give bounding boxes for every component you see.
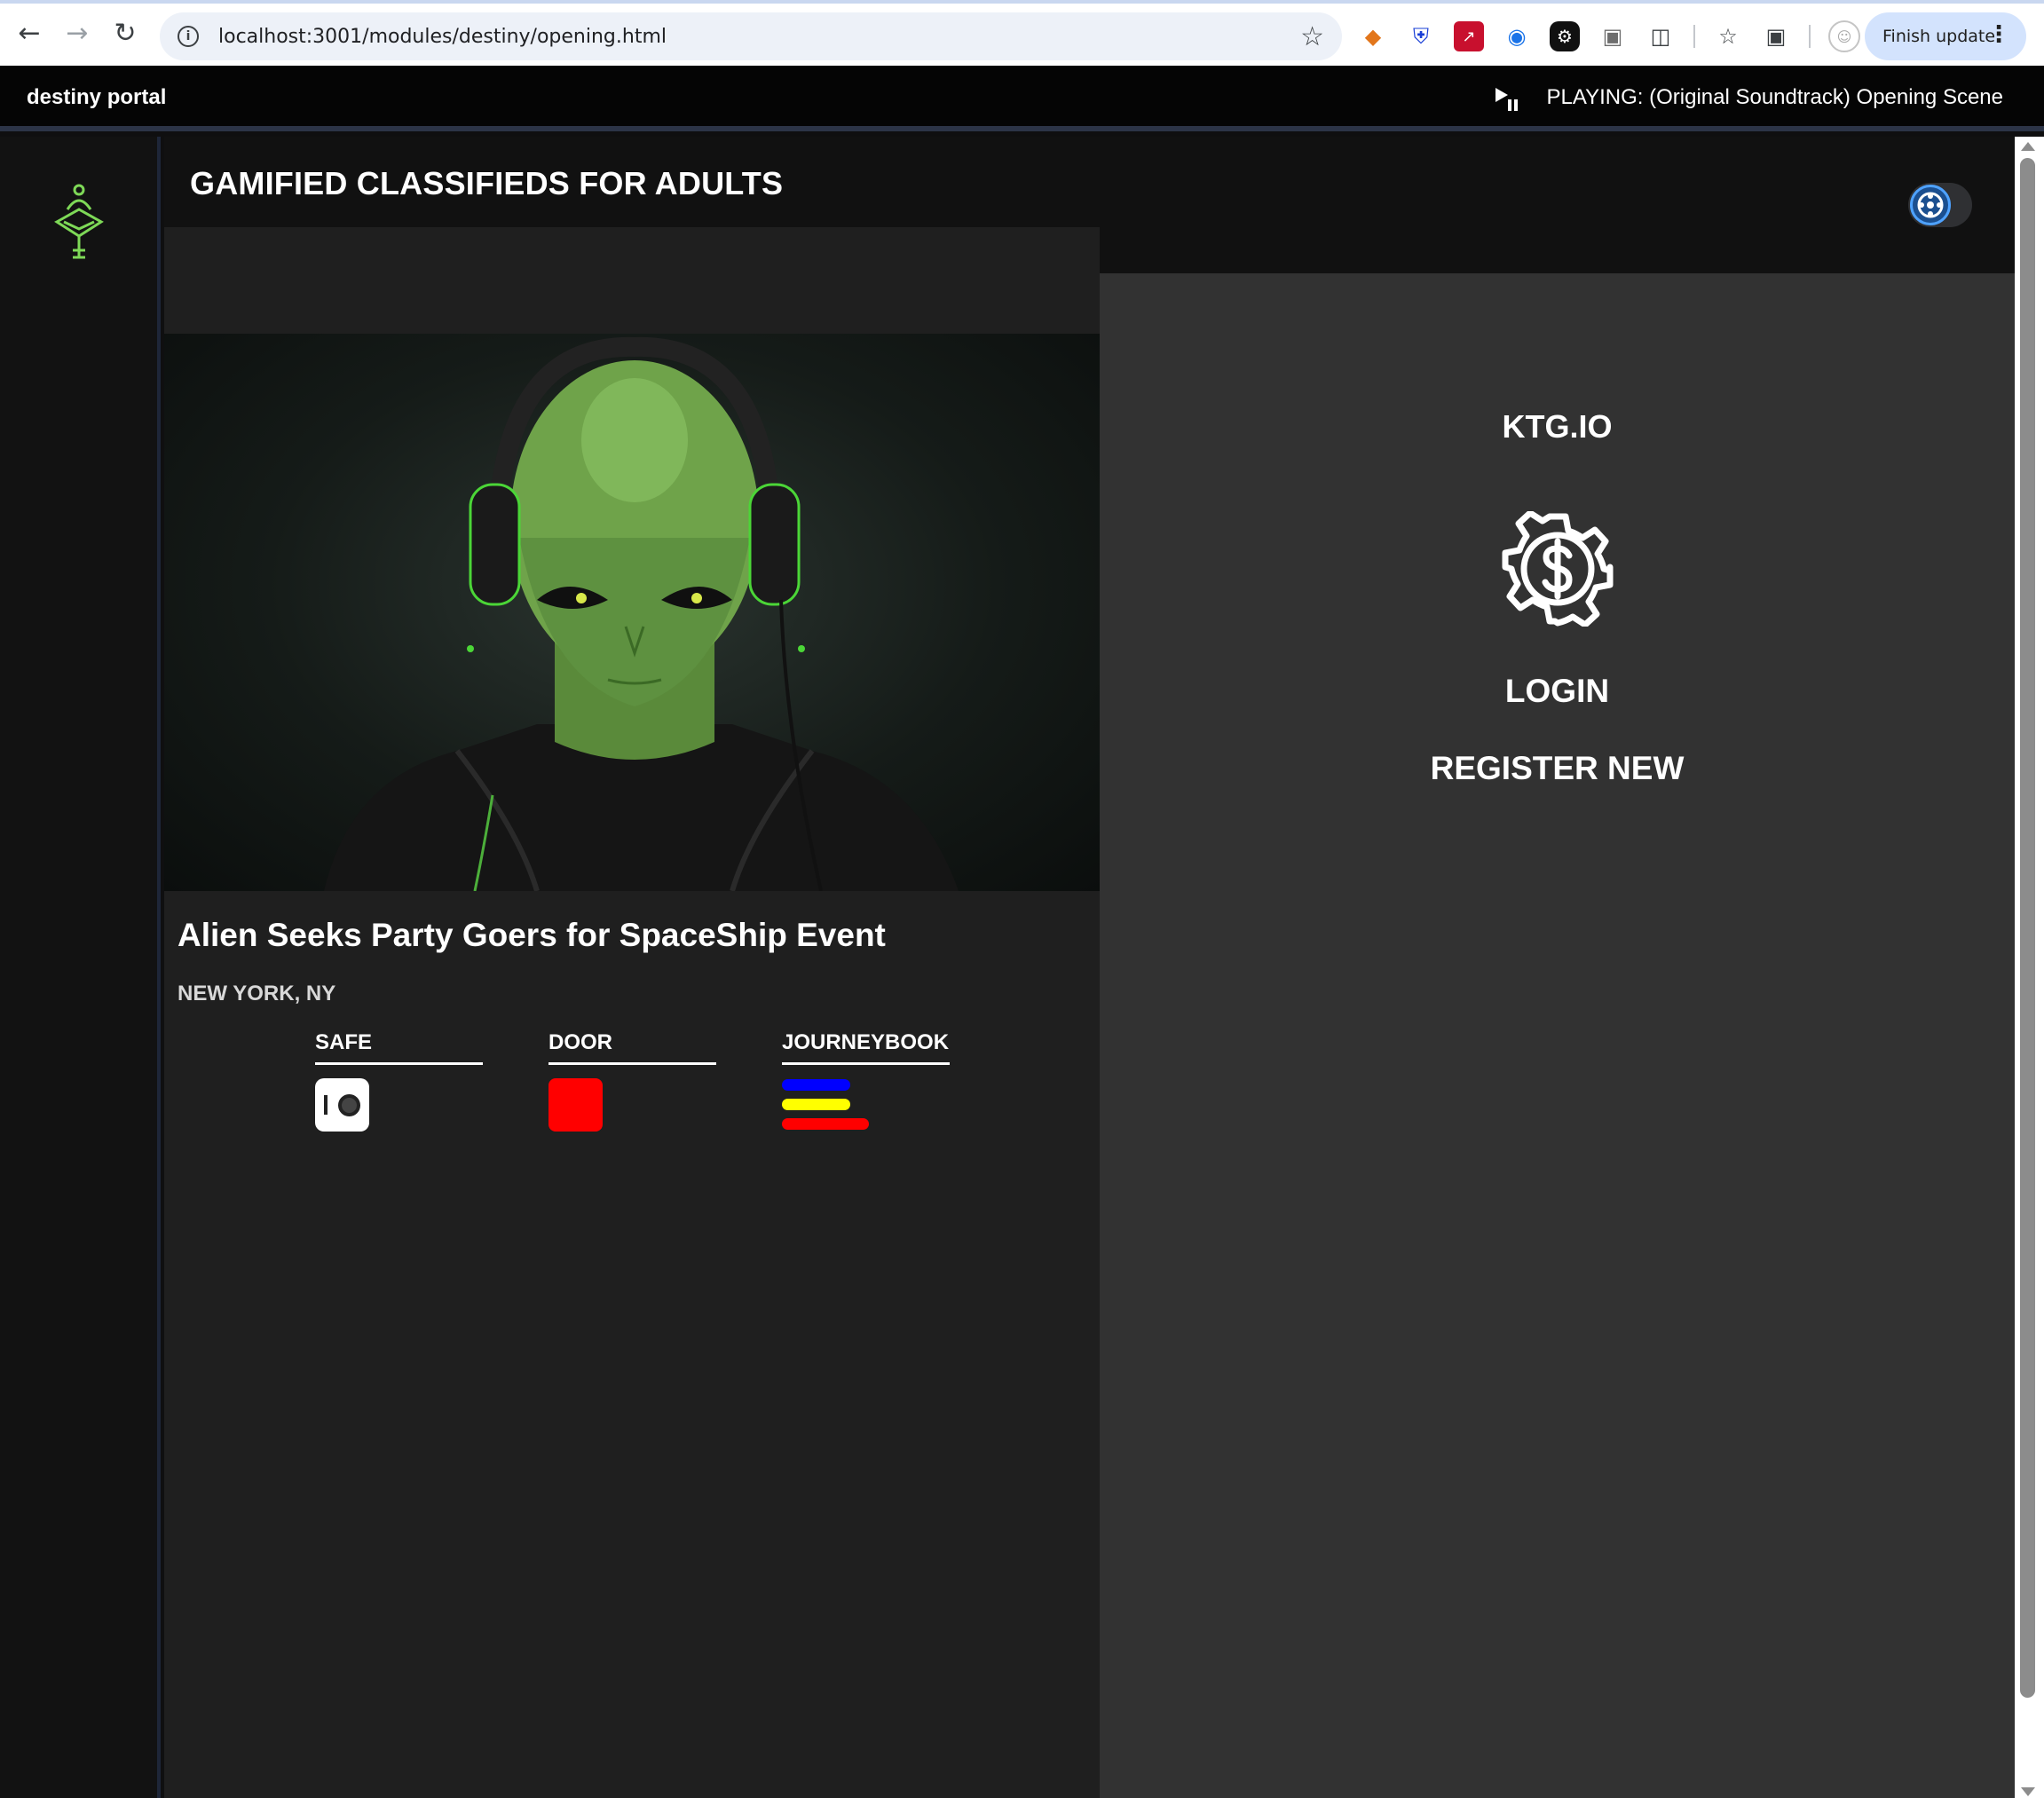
url-text[interactable]: localhost:3001/modules/destiny/opening.h… [218, 26, 667, 48]
safe-button[interactable] [315, 1078, 369, 1132]
scroll-up-icon[interactable] [2021, 142, 2035, 151]
door-action: DOOR [548, 1030, 716, 1132]
play-pause-icon[interactable] [1494, 86, 1520, 113]
journeybook-yellow-bar [782, 1099, 850, 1110]
door-button[interactable] [548, 1078, 603, 1132]
tab-search-icon[interactable]: ▣ [1761, 21, 1791, 51]
menu-dots-icon[interactable]: ⋮ [1987, 21, 2010, 48]
journeybook-label: JOURNEYBOOK [782, 1030, 950, 1065]
register-new-link[interactable]: REGISTER NEW [1100, 750, 2015, 787]
journeybook-action: JOURNEYBOOK [782, 1030, 950, 1132]
door-label: DOOR [548, 1030, 716, 1065]
listing-location: NEW YORK, NY [178, 982, 336, 1005]
journeybook-red-bar [782, 1118, 869, 1130]
listing-title[interactable]: Alien Seeks Party Goers for SpaceShip Ev… [178, 917, 886, 954]
login-link[interactable]: LOGIN [1100, 673, 2015, 710]
portal-logo-icon[interactable] [51, 183, 107, 261]
bookmark-star-icon[interactable]: ☆ [1300, 21, 1324, 52]
finish-update-label: Finish update [1882, 27, 1996, 46]
auth-panel: KTG.IO LOGIN REGISTER NEW [1100, 273, 2015, 1798]
scroll-down-icon[interactable] [2021, 1787, 2035, 1796]
safe-action: SAFE [315, 1030, 483, 1132]
journeybook-button[interactable] [782, 1078, 950, 1132]
profile-avatar-icon[interactable]: ☺ [1828, 20, 1860, 52]
toggle-knob-icon [1910, 185, 1951, 225]
metamask-fox-icon[interactable]: ◆ [1358, 21, 1388, 51]
puzzle-icon[interactable]: ◫ [1645, 21, 1676, 51]
finish-update-button[interactable]: Finish update ⋮ [1865, 12, 2026, 60]
address-bar[interactable]: i localhost:3001/modules/destiny/opening… [160, 12, 1342, 60]
page-scrollbar-thumb[interactable] [2020, 158, 2035, 1698]
left-sidebar [0, 137, 161, 1798]
listing-card: Alien Seeks Party Goers for SpaceShip Ev… [164, 227, 1100, 1798]
pdf-icon[interactable]: ↗ [1454, 21, 1484, 51]
circle-icon[interactable]: ◉ [1502, 21, 1532, 51]
alien-portrait-image [324, 336, 959, 891]
safe-dial-icon [338, 1094, 360, 1116]
brand-name: KTG.IO [1502, 408, 1613, 445]
shield-icon[interactable]: ⛨ [1406, 21, 1436, 51]
theme-toggle[interactable] [1908, 183, 1972, 227]
extensions-bar: ◆ ⛨ ↗ ◉ ⚙ ▣ ◫ ☆ ▣ ☺ [1358, 16, 1860, 57]
portal-title[interactable]: destiny portal [27, 85, 166, 110]
forward-icon[interactable]: → [53, 9, 101, 57]
browser-toolbar: ← → ↻ i localhost:3001/modules/destiny/o… [0, 0, 2044, 66]
journeybook-blue-bar [782, 1079, 850, 1091]
site-info-icon[interactable]: i [178, 26, 199, 47]
app-topbar: destiny portal PLAYING: (Original Soundt… [0, 66, 2044, 131]
gear-dollar-icon [1502, 511, 1614, 627]
toolbar-divider [1809, 25, 1811, 48]
rainbow-icon[interactable]: ▣ [1598, 21, 1628, 51]
cog-icon[interactable]: ⚙ [1550, 21, 1580, 51]
now-playing-text: PLAYING: (Original Soundtrack) Opening S… [1546, 85, 2003, 109]
bookmarks-icon[interactable]: ☆ [1713, 21, 1743, 51]
reload-icon[interactable]: ↻ [101, 9, 149, 57]
listing-hero-image[interactable] [164, 334, 1100, 891]
toolbar-divider [1693, 25, 1695, 48]
safe-label: SAFE [315, 1030, 483, 1065]
page-title: GAMIFIED CLASSIFIEDS FOR ADULTS [190, 165, 784, 201]
safe-handle-icon [324, 1095, 328, 1115]
back-icon[interactable]: ← [5, 9, 53, 57]
